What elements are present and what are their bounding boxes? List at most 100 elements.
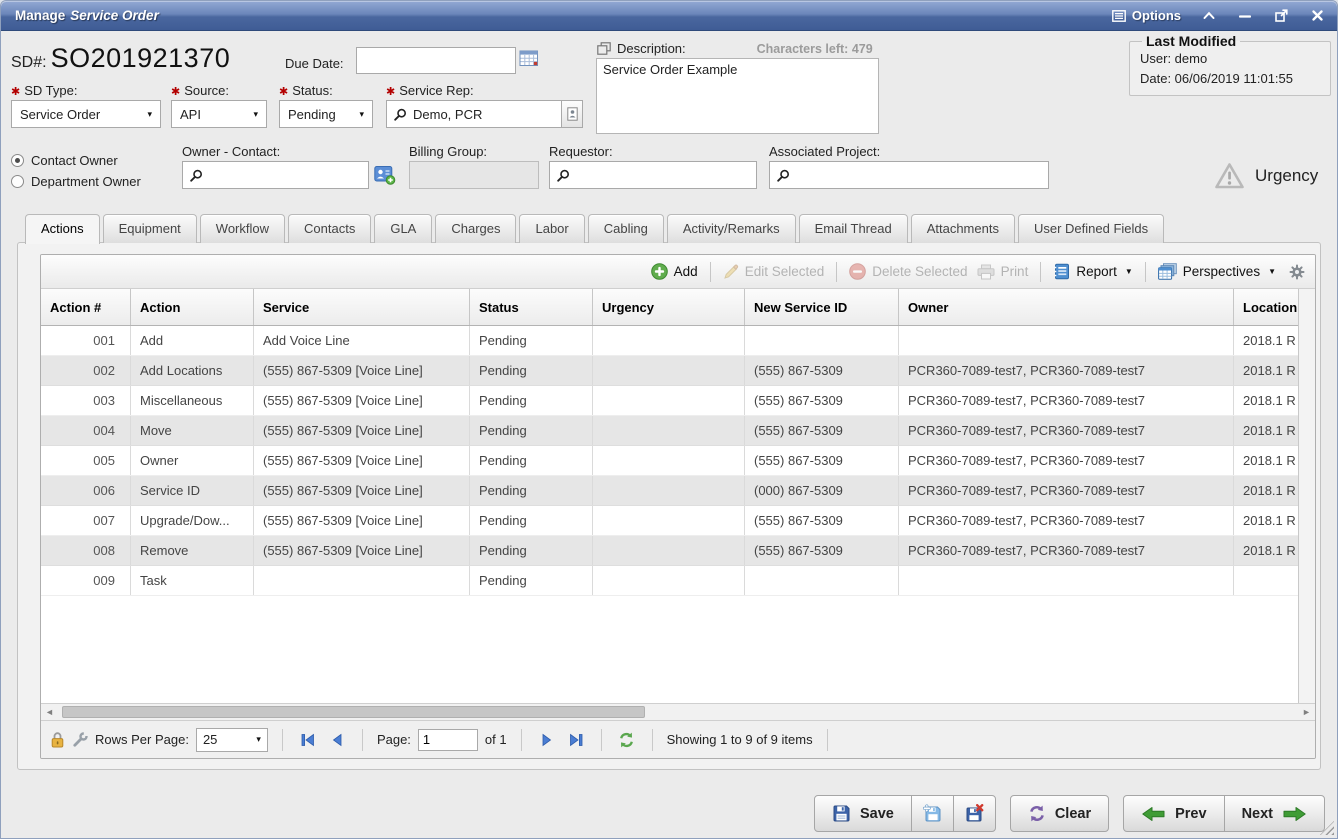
table-row[interactable]: 007Upgrade/Dow...(555) 867-5309 [Voice L… [41,506,1298,536]
column-header-action[interactable]: Action [131,289,254,325]
column-header-status[interactable]: Status [470,289,593,325]
table-row[interactable]: 001AddAdd Voice LinePending2018.1 R [41,326,1298,356]
add-contact-icon [374,165,396,185]
scroll-left-arrow[interactable]: ◄ [41,704,58,720]
save-button[interactable]: Save [814,795,912,832]
requestor-input[interactable] [549,161,757,189]
tab-actions[interactable]: Actions [25,214,100,244]
contact-owner-radio-label: Contact Owner [31,153,118,168]
cell-owner [899,326,1234,355]
table-row[interactable]: 005Owner(555) 867-5309 [Voice Line]Pendi… [41,446,1298,476]
service-rep-input[interactable]: Demo, PCR [386,100,562,128]
tab-user-defined-fields[interactable]: User Defined Fields [1018,214,1164,243]
tab-gla[interactable]: GLA [374,214,432,243]
column-header-urgency[interactable]: Urgency [593,289,745,325]
owner-contact-input[interactable] [182,161,369,189]
pager-separator [282,729,283,751]
options-list-icon [1112,10,1126,22]
page-number-input[interactable] [418,729,478,751]
maximize-button[interactable] [1273,8,1289,24]
save-and-new-button[interactable] [911,795,954,832]
table-row[interactable]: 006Service ID(555) 867-5309 [Voice Line]… [41,476,1298,506]
table-row[interactable]: 003Miscellaneous(555) 867-5309 [Voice Li… [41,386,1298,416]
add-contact-button[interactable] [374,165,396,185]
contact-owner-radio[interactable]: Contact Owner [11,150,141,171]
tab-contacts[interactable]: Contacts [288,214,371,243]
column-header-service[interactable]: Service [254,289,470,325]
collapse-button[interactable] [1201,8,1217,24]
options-button[interactable]: Options [1112,8,1181,23]
next-arrow-icon [1282,805,1307,823]
description-popout-icon[interactable] [597,42,611,55]
next-button[interactable]: Next [1224,795,1325,832]
tab-activity-remarks[interactable]: Activity/Remarks [667,214,796,243]
edit-selected-button[interactable]: Edit Selected [723,264,825,280]
status-select[interactable]: Pending ▾ [279,100,373,128]
cell-status: Pending [470,476,593,505]
department-owner-radio[interactable]: Department Owner [11,171,141,192]
cell-owner: PCR360-7089-test7, PCR360-7089-test7 [899,506,1234,535]
refresh-button[interactable] [616,729,638,751]
grid-settings-gear-button[interactable] [1289,264,1305,280]
description-textarea[interactable]: Service Order Example [596,58,879,134]
table-row[interactable]: 002Add Locations(555) 867-5309 [Voice Li… [41,356,1298,386]
tab-labor[interactable]: Labor [519,214,584,243]
add-button[interactable]: Add [651,263,698,280]
tab-workflow[interactable]: Workflow [200,214,285,243]
column-header-owner[interactable]: Owner [899,289,1234,325]
tab-charges[interactable]: Charges [435,214,516,243]
tab-strip: ActionsEquipmentWorkflowContactsGLACharg… [25,214,1321,243]
last-page-button[interactable] [565,729,587,751]
sd-type-select[interactable]: Service Order ▾ [11,100,161,128]
toolbar-separator [1040,262,1041,282]
perspectives-label: Perspectives [1183,264,1260,279]
associated-project-input[interactable] [769,161,1049,189]
prev-page-button[interactable] [326,729,348,751]
column-header-location[interactable]: Location [1234,289,1298,325]
source-select[interactable]: API ▾ [171,100,267,128]
column-header-new-service-id[interactable]: New Service ID [745,289,899,325]
next-page-button[interactable] [536,729,558,751]
owner-contact-label: Owner - Contact: [182,144,280,159]
lock-columns-button[interactable] [50,731,65,748]
window-title-emphasis: Service Order [70,8,159,23]
last-modified-panel: Last Modified User: demo Date: 06/06/201… [1129,33,1331,96]
clear-button[interactable]: Clear [1010,795,1109,832]
tab-cabling[interactable]: Cabling [588,214,664,243]
table-row[interactable]: 008Remove(555) 867-5309 [Voice Line]Pend… [41,536,1298,566]
prev-button[interactable]: Prev [1123,795,1224,832]
column-header-action[interactable]: Action # [41,289,131,325]
caret-down-icon: ▼ [1268,267,1276,276]
characters-left-counter: Characters left: 479 [757,42,873,56]
minimize-button[interactable] [1237,8,1253,24]
horizontal-scrollbar-thumb[interactable] [62,706,645,718]
urgency-indicator[interactable]: Urgency [1214,162,1318,190]
sd-number-value: SO201921370 [51,43,231,74]
print-button[interactable]: Print [977,264,1029,280]
horizontal-scrollbar-track[interactable] [58,704,1298,720]
last-modified-legend: Last Modified [1142,33,1240,49]
perspectives-dropdown-button[interactable]: Perspectives ▼ [1158,263,1276,280]
tab-equipment[interactable]: Equipment [103,214,197,243]
delete-selected-button[interactable]: Delete Selected [849,263,967,280]
delete-selected-label: Delete Selected [872,264,967,279]
scroll-right-arrow[interactable]: ► [1298,704,1315,720]
save-and-close-button[interactable] [953,795,996,832]
tab-email-thread[interactable]: Email Thread [799,214,908,243]
service-rep-picker-button[interactable] [562,100,583,128]
first-page-button[interactable] [297,729,319,751]
table-row[interactable]: 004Move(555) 867-5309 [Voice Line]Pendin… [41,416,1298,446]
grid-toolbar: Add Edit Selected Delete Selected Print [41,255,1315,289]
report-dropdown-button[interactable]: Report ▼ [1053,263,1132,280]
calendar-button[interactable] [519,49,539,67]
close-button[interactable] [1309,8,1325,24]
due-date-input[interactable] [356,47,516,74]
table-row[interactable]: 009TaskPending [41,566,1298,596]
vertical-scrollbar-track[interactable] [1298,289,1315,703]
cell-action: 005 [41,446,131,475]
tab-attachments[interactable]: Attachments [911,214,1015,243]
rows-per-page-select[interactable]: 25 ▾ [196,728,268,752]
prev-page-icon [331,733,343,747]
cell-action: Service ID [131,476,254,505]
grid-tools-button[interactable] [72,732,88,748]
